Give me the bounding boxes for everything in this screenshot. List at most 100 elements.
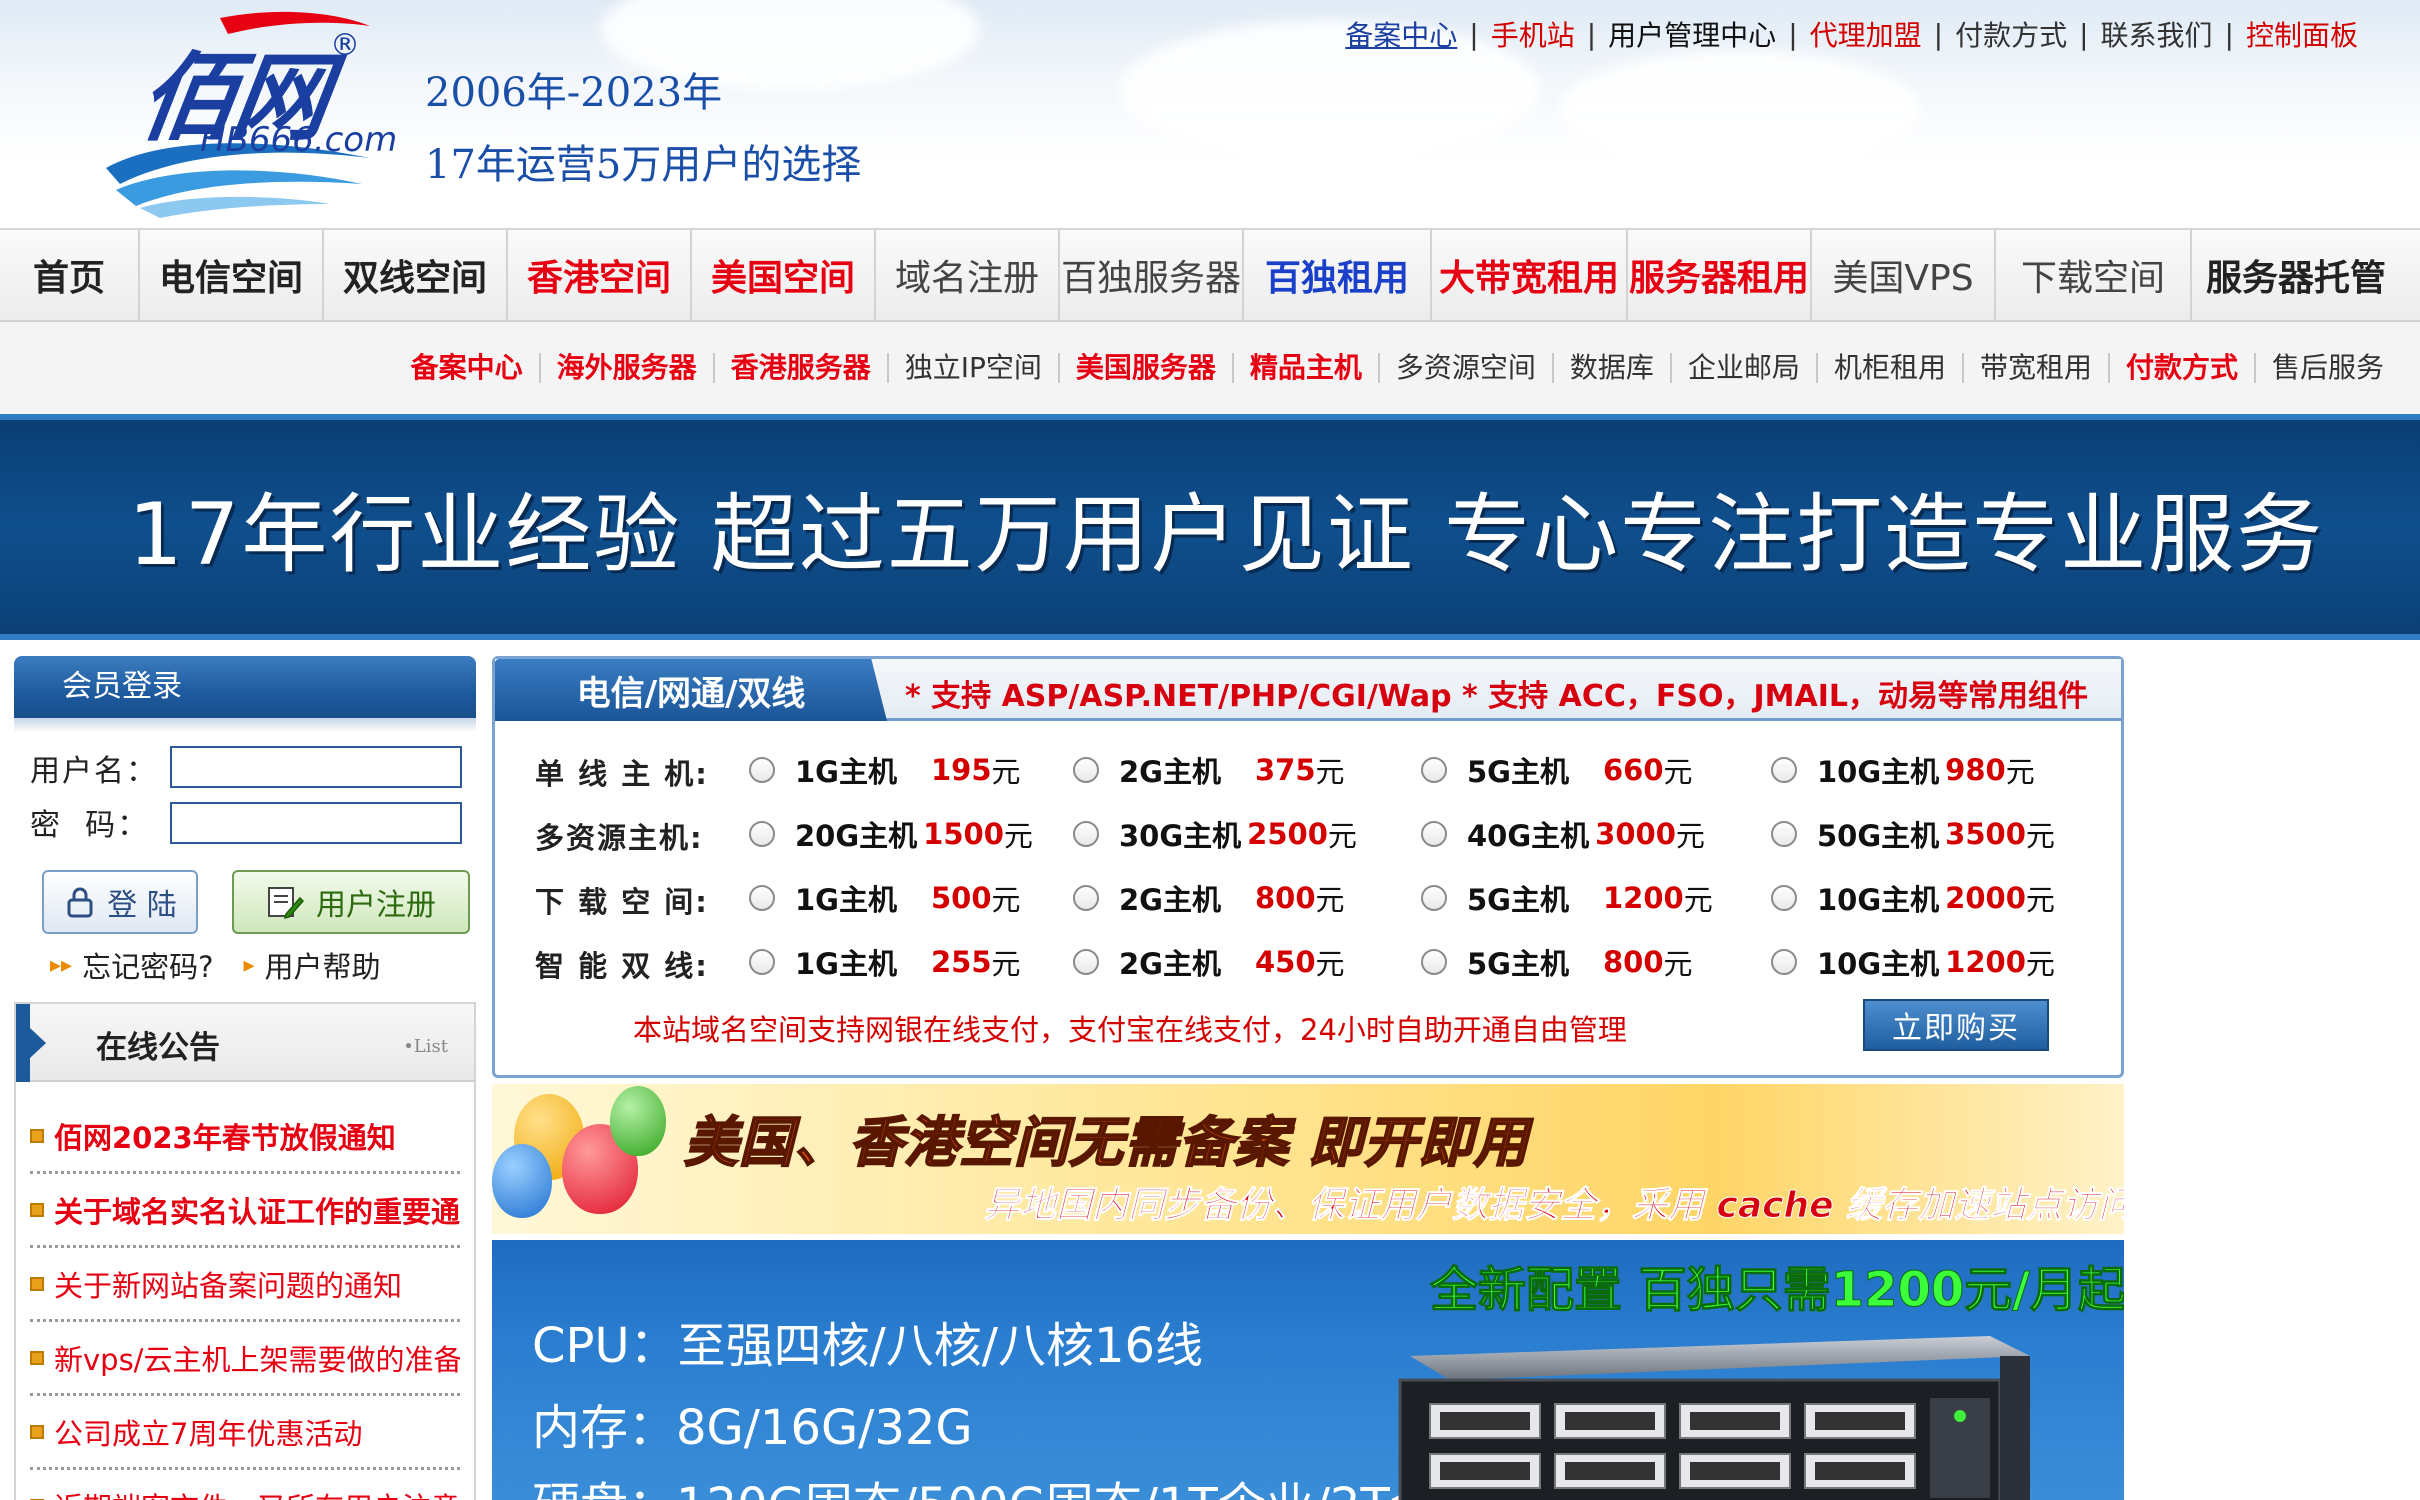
main-nav-item[interactable]: 美国VPS — [1812, 230, 1996, 320]
buy-now-button[interactable]: 立即购买 — [1863, 999, 2049, 1051]
main-nav-item[interactable]: 大带宽租用 — [1432, 230, 1628, 320]
radio-button[interactable] — [1421, 949, 1447, 975]
product-option[interactable]: 5G主机 1200 元 — [1421, 877, 1713, 919]
product-option[interactable]: 5G主机 660 元 — [1421, 749, 1693, 791]
notice-item[interactable]: 佰网2023年春节放假通知 — [30, 1100, 460, 1174]
sub-nav-item[interactable]: 售后服务 — [2256, 353, 2400, 383]
radio-button[interactable] — [749, 757, 775, 783]
main-nav-item[interactable]: 美国空间 — [692, 230, 876, 320]
sub-nav-item[interactable]: 精品主机 — [1234, 353, 1380, 383]
product-option[interactable]: 2G主机 375 元 — [1073, 749, 1345, 791]
sub-nav-item[interactable]: 海外服务器 — [541, 353, 715, 383]
server-promo-headline: 全新配置 百独只需1200元/月起 — [1430, 1262, 2124, 1319]
radio-button[interactable] — [1421, 821, 1447, 847]
user-help-link[interactable]: 用户帮助 — [265, 944, 381, 986]
main-nav-item[interactable]: 双线空间 — [324, 230, 508, 320]
radio-button[interactable] — [1771, 757, 1797, 783]
login-button[interactable]: 登 陆 — [42, 870, 198, 934]
promo-server-banner[interactable]: 全新配置 百独只需1200元/月起 CPU：至强四核/八核/八核16线 内存：8… — [492, 1240, 2124, 1500]
product-option[interactable]: 1G主机 500 元 — [749, 877, 1021, 919]
login-title-shadow — [14, 718, 476, 732]
double-arrow-icon: ▸▸ — [50, 952, 73, 978]
sub-nav-item[interactable]: 数据库 — [1554, 353, 1672, 383]
notice-item[interactable]: 新vps/云主机上架需要做的准备 — [30, 1322, 460, 1396]
radio-button[interactable] — [749, 821, 775, 847]
password-input[interactable] — [170, 802, 462, 844]
sub-nav-item[interactable]: 美国服务器 — [1060, 353, 1234, 383]
link-separator: | — [1933, 17, 1944, 51]
radio-button[interactable] — [1771, 821, 1797, 847]
top-link[interactable]: 代理加盟 — [1810, 14, 1922, 54]
radio-button[interactable] — [1073, 885, 1099, 911]
product-price: 450 — [1255, 945, 1316, 979]
tab-telecom-dualline[interactable]: 电信/网通/双线 — [495, 659, 887, 721]
sub-nav-item[interactable]: 机柜租用 — [1818, 353, 1964, 383]
main-nav-item[interactable]: 下载空间 — [1996, 230, 2192, 320]
product-option[interactable]: 5G主机 800 元 — [1421, 941, 1693, 983]
top-link[interactable]: 备案中心 — [1345, 14, 1457, 54]
main-nav-item[interactable]: 服务器租用 — [1628, 230, 1812, 320]
notice-item[interactable]: 公司成立7周年优惠活动 — [30, 1396, 460, 1470]
radio-button[interactable] — [1771, 949, 1797, 975]
bullet-icon — [30, 1276, 44, 1291]
radio-button[interactable] — [1073, 821, 1099, 847]
radio-button[interactable] — [749, 949, 775, 975]
main-nav-item[interactable]: 电信空间 — [140, 230, 324, 320]
notice-item[interactable]: 关于新网站备案问题的通知 — [30, 1248, 460, 1322]
promo-subline: 异地国内同步备份、保证用户数据安全，采用 cache 缓存加速站点访问 — [983, 1185, 2124, 1227]
top-link[interactable]: 手机站 — [1491, 14, 1575, 54]
sub-nav: 备案中心 海外服务器 香港服务器 独立IP空间 美国服务器 精品主机 多资源空间 数据库 企业邮… — [0, 322, 2420, 414]
product-row-label: 单 线 主 机: — [535, 757, 709, 791]
register-button[interactable]: 用户注册 — [232, 870, 470, 934]
main-nav-item[interactable]: 首页 — [0, 230, 140, 320]
sub-nav-item[interactable]: 香港服务器 — [715, 353, 889, 383]
notice-item[interactable]: 近期端密市件，又所有用户注意 — [30, 1470, 460, 1500]
main-nav-item[interactable]: 香港空间 — [508, 230, 692, 320]
main-nav-item[interactable]: 百独服务器 — [1060, 230, 1244, 320]
product-option[interactable]: 30G主机 2500 元 — [1073, 813, 1357, 855]
product-name: 2G主机 — [1119, 883, 1221, 917]
promo-no-filing-banner[interactable]: 美国、香港空间无需备案 即开即用 异地国内同步备份、保证用户数据安全，采用 ca… — [492, 1084, 2124, 1234]
login-button-label: 登 陆 — [107, 888, 177, 923]
top-link[interactable]: 控制面板 — [2246, 14, 2358, 54]
radio-button[interactable] — [1771, 885, 1797, 911]
forgot-password-link[interactable]: 忘记密码? — [82, 944, 213, 986]
sub-nav-item[interactable]: 多资源空间 — [1380, 353, 1554, 383]
username-input[interactable] — [170, 746, 462, 788]
radio-button[interactable] — [1073, 757, 1099, 783]
sub-nav-item[interactable]: 付款方式 — [2110, 353, 2256, 383]
sub-nav-item[interactable]: 带宽租用 — [1964, 353, 2110, 383]
product-option[interactable]: 40G主机 3000 元 — [1421, 813, 1705, 855]
radio-button[interactable] — [1421, 885, 1447, 911]
product-option[interactable]: 2G主机 450 元 — [1073, 941, 1345, 983]
radio-button[interactable] — [749, 885, 775, 911]
product-option[interactable]: 2G主机 800 元 — [1073, 877, 1345, 919]
product-option[interactable]: 20G主机 1500 元 — [749, 813, 1033, 855]
sub-nav-item[interactable]: 独立IP空间 — [889, 353, 1060, 383]
main-nav-item[interactable]: 百独租用 — [1244, 230, 1432, 320]
product-row: 多资源主机: 20G主机 1500 元 30G主机 2500 元 40G主机 3000 元 50G主… — [495, 807, 2121, 867]
main-nav-item[interactable]: 域名注册 — [876, 230, 1060, 320]
top-link[interactable]: 用户管理中心 — [1608, 14, 1776, 54]
link-separator: | — [1586, 17, 1597, 51]
site-header: 佰网 ® HB666.com 2006年-2023年 17年运营5万用户的选择 … — [0, 0, 2420, 228]
product-option[interactable]: 10G主机 980 元 — [1771, 749, 2035, 791]
product-option[interactable]: 50G主机 3500 元 — [1771, 813, 2055, 855]
radio-button[interactable] — [1073, 949, 1099, 975]
notice-item-title: 关于新网站备案问题的通知 — [54, 1268, 403, 1303]
site-logo[interactable]: 佰网 ® HB666.com — [100, 8, 397, 218]
radio-button[interactable] — [1421, 757, 1447, 783]
product-option[interactable]: 10G主机 1200 元 — [1771, 941, 2055, 983]
product-option[interactable]: 1G主机 195 元 — [749, 749, 1021, 791]
product-option[interactable]: 10G主机 2000 元 — [1771, 877, 2055, 919]
notice-item[interactable]: 关于域名实名认证工作的重要通 — [30, 1174, 460, 1248]
bullet-icon — [30, 1128, 44, 1143]
sub-nav-item[interactable]: 备案中心 — [395, 353, 541, 383]
top-link[interactable]: 联系我们 — [2101, 14, 2213, 54]
logo-registered-mark: ® — [330, 28, 360, 63]
main-nav-item[interactable]: 服务器托管 — [2192, 230, 2400, 320]
product-option[interactable]: 1G主机 255 元 — [749, 941, 1021, 983]
top-link[interactable]: 付款方式 — [1955, 14, 2067, 54]
price-unit: 元 — [2025, 819, 2055, 853]
sub-nav-item[interactable]: 企业邮局 — [1672, 353, 1818, 383]
